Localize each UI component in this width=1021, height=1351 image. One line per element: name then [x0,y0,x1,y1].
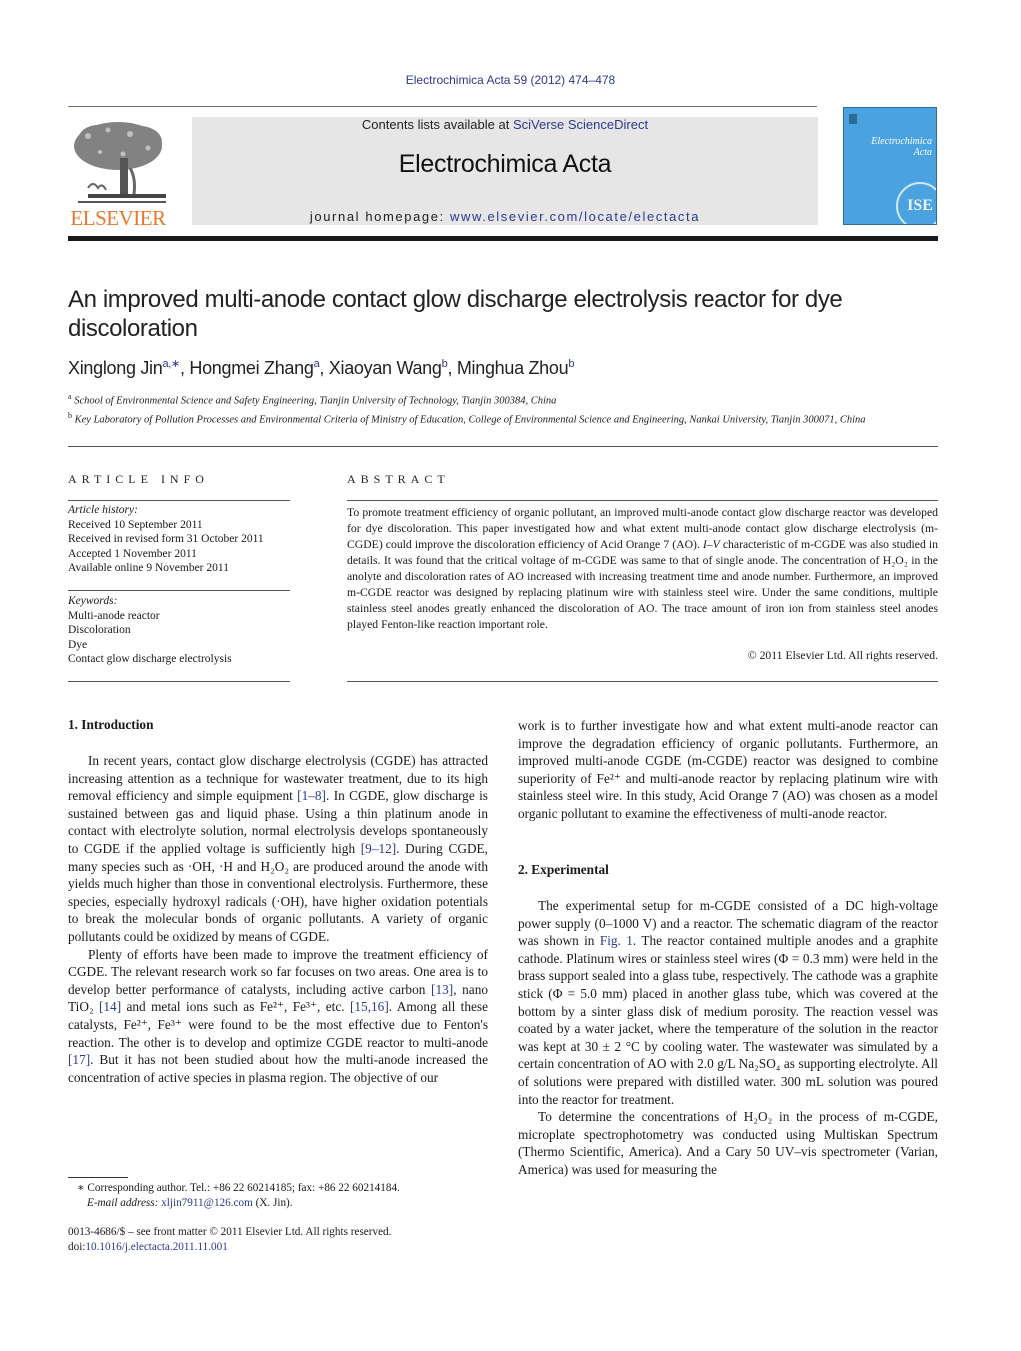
reference-link[interactable]: [14] [99,999,121,1014]
author-affiliation-mark[interactable]: b [568,358,574,370]
affiliation: b Key Laboratory of Pollution Processes … [68,409,943,428]
journal-citation[interactable]: Electrochimica Acta 59 (2012) 474–478 [0,73,1021,87]
email-link[interactable]: xljin7911@126.com [161,1197,253,1209]
history-item: Received 10 September 2011 [68,518,203,531]
homepage-prefix: journal homepage: [309,209,451,224]
footnote-contact: ∗ Corresponding author. Tel.: +86 22 602… [77,1181,497,1196]
paragraph: In recent years, contact glow discharge … [68,752,488,946]
article-info-divider [68,500,290,501]
front-matter: 0013-4686/$ – see front matter © 2011 El… [68,1225,508,1255]
affiliation-mark: a [68,392,72,401]
abstract-copyright: © 2011 Elsevier Ltd. All rights reserved… [747,649,938,662]
corresponding-author-footnote: ∗ Corresponding author. Tel.: +86 22 602… [77,1181,497,1211]
cover-elsevier-emblem-icon [849,114,857,124]
affiliations: a School of Environmental Science and Sa… [68,390,943,427]
author-affiliation-mark[interactable]: b [442,358,448,370]
author[interactable]: Minghua Zhou [457,358,569,378]
journal-homepage: journal homepage: www.elsevier.com/locat… [192,209,818,224]
contents-prefix: Contents lists available at [361,117,513,132]
paragraph: Plenty of efforts have been made to impr… [68,946,488,1087]
reference-link[interactable]: [9–12] [361,841,396,856]
keyword: Dye [68,638,88,651]
email-label: E-mail address: [87,1197,159,1209]
doi-link[interactable]: 10.1016/j.electacta.2011.11.001 [85,1241,227,1253]
affiliation-text: Key Laboratory of Pollution Processes an… [74,414,866,425]
article-title: An improved multi-anode contact glow dis… [68,286,843,342]
cover-title-line2: Acta [913,147,932,158]
author-affiliation-mark[interactable]: a [314,358,320,370]
issn-line: 0013-4686/$ – see front matter © 2011 El… [68,1226,392,1238]
abstract-divider [347,681,938,682]
abstract-heading: ABSTRACT [347,472,450,486]
author[interactable]: Hongmei Zhang [189,358,313,378]
header-divider [68,106,817,107]
text: . But it has not been studied about how … [68,1052,488,1085]
history-item: Available online 9 November 2011 [68,562,229,574]
article-info-divider [68,590,290,591]
footnote-divider [68,1177,128,1178]
article-info-heading: ARTICLE INFO [68,472,209,486]
author[interactable]: Xinglong Jin [68,358,163,378]
abstract-body: To promote treatment efficiency of organ… [347,505,938,633]
abstract-divider [347,500,938,501]
figure-link[interactable]: Fig. 1 [600,933,633,948]
abstract-iv-term: I–V [702,538,720,551]
journal-title: Electrochimica Acta [398,150,612,178]
experimental-body: The experimental setup for m-CGDE consis… [518,897,938,1179]
article-info-divider [68,681,290,682]
text: . During CGDE, many species such as ·OH,… [68,840,488,944]
introduction-body: In recent years, contact glow discharge … [68,752,488,1086]
affiliation-mark: b [68,410,72,420]
elsevier-wordmark: ELSEVIER [70,206,166,230]
author[interactable]: Xiaoyan Wang [329,358,442,378]
reference-link[interactable]: [1–8] [297,788,326,803]
text: Plenty of efforts have been made to impr… [68,946,488,997]
history-item: Accepted 1 November 2011 [68,547,197,560]
history-item: Received in revised form 31 October 2011 [68,533,264,545]
tree-icon [74,122,166,203]
keywords-label: Keywords: [68,595,118,607]
reference-link[interactable]: [17] [68,1052,90,1067]
keyword: Contact glow discharge electrolysis [68,653,232,665]
footnote-text: Corresponding author. Tel.: +86 22 60214… [84,1182,400,1194]
cover-title: Electrochimica Acta [850,136,932,158]
keyword: Discoloration [68,624,131,636]
abstract-text-part: characteristic of m-CGDE was also studie… [347,538,938,631]
article-history: Article history: Received 10 September 2… [68,503,298,576]
section-title-introduction: 1. Introduction [68,717,154,732]
paragraph: work is to further investigate how and w… [518,718,938,821]
author-affiliation-mark[interactable]: a,∗ [162,358,180,370]
cover-title-line1: Electrochimica [871,136,932,147]
sciencedirect-link[interactable]: SciVerse ScienceDirect [513,117,648,132]
header-thick-divider [68,236,938,241]
footnote-marker: ∗ [77,1182,85,1194]
affiliation-divider [68,446,938,447]
affiliation: a School of Environmental Science and Sa… [68,390,943,409]
doi-prefix: doi: [68,1241,86,1253]
reference-link[interactable]: [15,16] [350,999,389,1014]
paragraph: To determine the concentrations of H₂O₂ … [518,1109,938,1177]
doi-line: doi:10.1016/j.electacta.2011.11.001 [68,1240,508,1255]
ise-badge-icon: ISE [896,182,936,224]
keyword: Multi-anode reactor [68,609,160,622]
affiliation-text: School of Environmental Science and Safe… [74,395,557,407]
author-list: Xinglong Jina,∗, Hongmei Zhanga, Xiaoyan… [68,358,575,378]
contents-availability: Contents lists available at SciVerse Sci… [192,117,818,132]
history-label: Article history: [68,504,138,516]
journal-cover-thumbnail[interactable]: Electrochimica Acta ISE [843,107,937,225]
section-title-experimental: 2. Experimental [518,862,609,877]
email-suffix: (X. Jin). [252,1197,293,1209]
text: and metal ions such as Fe²⁺, Fe³⁺, etc. [121,999,350,1015]
homepage-link[interactable]: www.elsevier.com/locate/electacta [450,209,700,224]
paragraph: The experimental setup for m-CGDE consis… [518,897,938,1108]
keywords: Keywords: Multi-anode reactor Discolorat… [68,594,298,667]
elsevier-logo[interactable]: ELSEVIER [68,118,168,230]
journal-masthead: Contents lists available at SciVerse Sci… [192,117,818,225]
introduction-continued: work is to further investigate how and w… [518,717,938,823]
reference-link[interactable]: [13] [431,982,453,997]
text: . The reactor contained multiple anodes … [518,933,938,1107]
footnote-email: E-mail address: xljin7911@126.com (X. Ji… [77,1196,497,1211]
